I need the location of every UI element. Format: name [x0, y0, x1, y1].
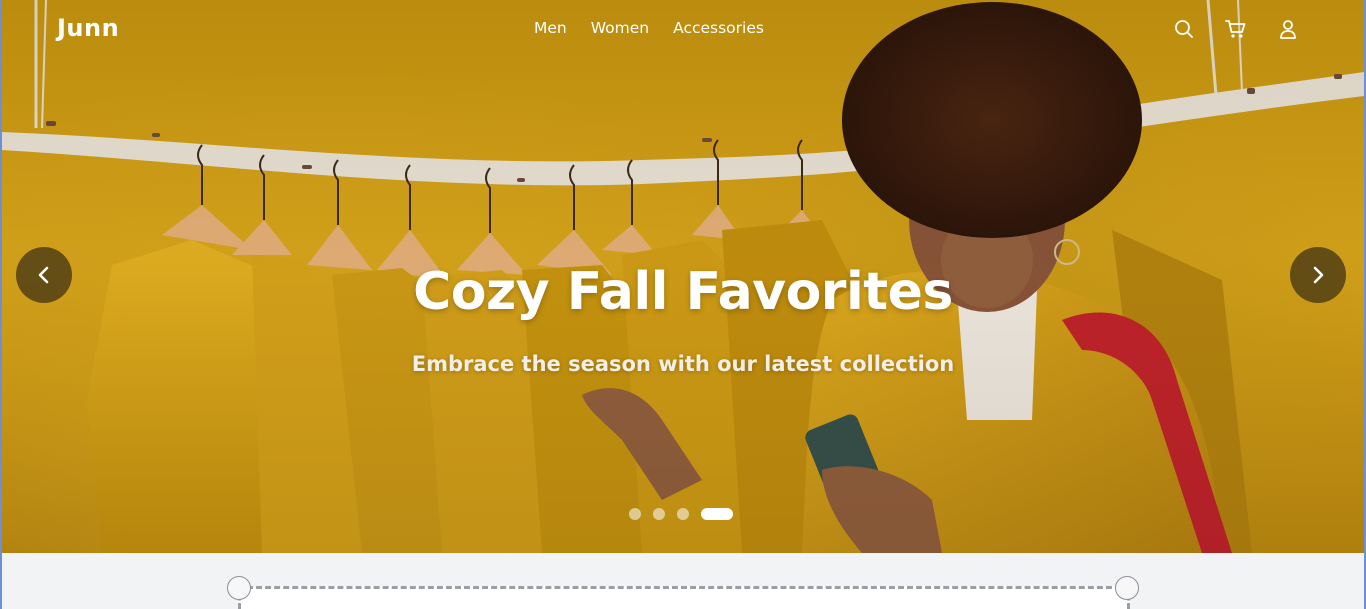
nav-actions	[1172, 17, 1328, 41]
brand-logo[interactable]: Junn	[57, 14, 119, 42]
user-icon[interactable]	[1276, 17, 1300, 41]
carousel-dots	[629, 508, 745, 520]
nav-link-men[interactable]: Men	[534, 19, 567, 37]
carousel-dot-1[interactable]	[629, 508, 641, 520]
carousel-dot-3[interactable]	[677, 508, 689, 520]
carousel-dot-2[interactable]	[653, 508, 665, 520]
content-section	[2, 553, 1364, 609]
search-icon[interactable]	[1172, 17, 1196, 41]
hero-title: Cozy Fall Favorites	[413, 262, 953, 322]
nav-link-accessories[interactable]: Accessories	[673, 19, 764, 37]
carousel-dot-4[interactable]	[701, 508, 733, 520]
cart-icon[interactable]	[1224, 17, 1248, 41]
top-navbar: Junn Men Women Accessories	[0, 0, 1366, 60]
resize-handle-top-left[interactable]	[227, 576, 251, 600]
resize-handle-top-right[interactable]	[1115, 576, 1139, 600]
hero-subtitle: Embrace the season with our latest colle…	[411, 352, 955, 376]
nav-link-women[interactable]: Women	[591, 19, 649, 37]
main-nav: Men Women Accessories	[534, 19, 788, 37]
search-box-outline[interactable]	[238, 586, 1130, 609]
